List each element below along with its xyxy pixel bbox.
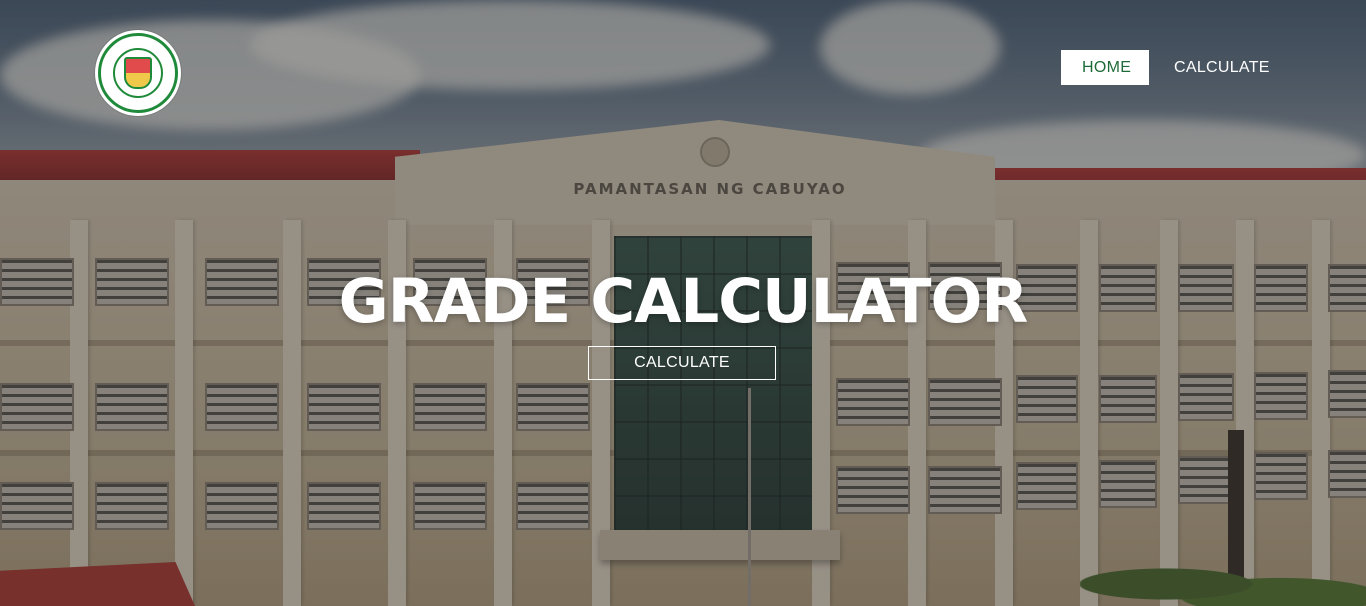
university-logo[interactable]: [95, 30, 181, 116]
hero-title: GRADE CALCULATOR: [338, 266, 1029, 337]
calculate-button[interactable]: CALCULATE: [588, 346, 776, 380]
main-nav: HOME CALCULATE: [1061, 50, 1270, 85]
shield-icon: [124, 57, 152, 89]
seal-inner-ring: [113, 48, 163, 98]
nav-calculate[interactable]: CALCULATE: [1149, 50, 1270, 85]
university-seal-icon: [98, 33, 178, 113]
hero-section: PAMANTASAN NG CABUYAO HOME CALCULATE GRA…: [0, 0, 1366, 606]
nav-home[interactable]: HOME: [1061, 50, 1149, 85]
